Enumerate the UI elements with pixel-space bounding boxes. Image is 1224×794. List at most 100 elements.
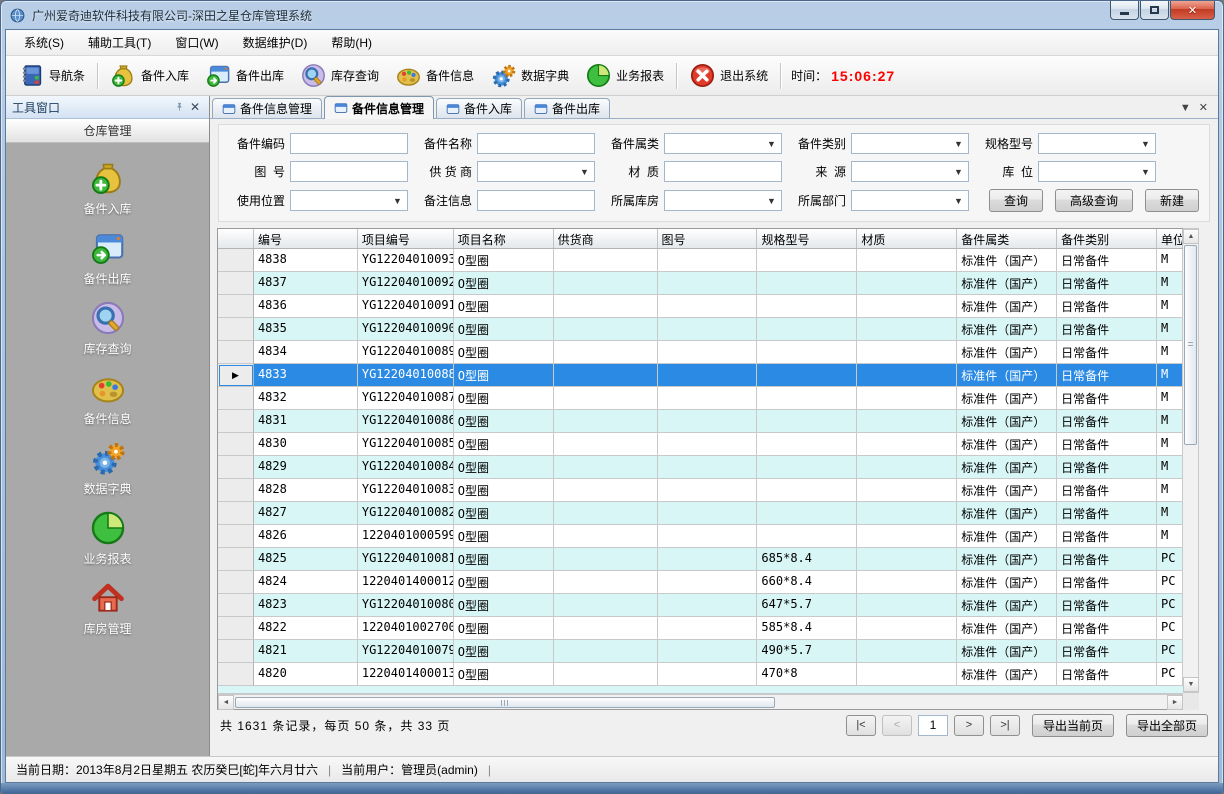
toolbar-button[interactable]: 备件出库 (197, 58, 292, 93)
export-current-button[interactable]: 导出当前页 (1032, 714, 1114, 737)
tab-close-icon[interactable]: ✕ (1199, 101, 1208, 114)
sidebar-item[interactable]: 数据字典 (48, 435, 168, 500)
table-row[interactable]: 4837YG12204010092O型圈标准件（国产）日常备件M (218, 272, 1183, 295)
table-row[interactable]: 4835YG12204010090O型圈标准件（国产）日常备件M (218, 318, 1183, 341)
filter-input[interactable] (664, 161, 782, 182)
table-cell: 4823 (254, 594, 358, 617)
table-row[interactable]: 4829YG12204010084O型圈标准件（国产）日常备件M (218, 456, 1183, 479)
export-all-button[interactable]: 导出全部页 (1126, 714, 1208, 737)
filter-select[interactable]: ▼ (1038, 133, 1156, 154)
tab[interactable]: 备件信息管理 (324, 96, 434, 119)
column-header[interactable]: 项目名称 (454, 229, 554, 248)
prev-page-button[interactable]: < (882, 715, 912, 736)
sidebar-item[interactable]: 库存查询 (48, 295, 168, 360)
chevron-down-icon[interactable]: ▼ (1180, 102, 1191, 114)
table-row[interactable]: 4827YG12204010082O型圈标准件（国产）日常备件M (218, 502, 1183, 525)
filter-input[interactable] (290, 133, 408, 154)
vscroll-thumb[interactable] (1184, 245, 1197, 445)
column-header[interactable]: 材质 (857, 229, 957, 248)
table-row[interactable]: 4821YG12204010079O型圈490*5.7标准件（国产）日常备件PC (218, 640, 1183, 663)
table-cell (554, 272, 658, 295)
sidebar-item-label: 库房管理 (83, 620, 131, 637)
tab[interactable]: 备件信息管理 (212, 98, 322, 118)
sidebar-close-icon[interactable]: ✕ (187, 99, 203, 115)
next-page-button[interactable]: > (954, 715, 984, 736)
sidebar-item[interactable]: 备件入库 (48, 155, 168, 220)
last-page-button[interactable]: >| (990, 715, 1020, 736)
column-header[interactable]: 规格型号 (757, 229, 857, 248)
filter-select[interactable]: ▼ (1038, 161, 1156, 182)
table-row[interactable]: 4832YG12204010087O型圈标准件（国产）日常备件M (218, 387, 1183, 410)
column-header[interactable]: 编号 (254, 229, 358, 248)
table-cell (857, 364, 957, 387)
scroll-right-icon[interactable]: ► (1167, 695, 1183, 710)
column-header[interactable]: 单位 (1157, 229, 1183, 248)
table-row[interactable]: 48241220401400012O型圈660*8.4标准件（国产）日常备件PC (218, 571, 1183, 594)
table-row[interactable]: 4836YG12204010091O型圈标准件（国产）日常备件M (218, 295, 1183, 318)
toolbar-button[interactable]: 数据字典 (482, 58, 577, 93)
table-row[interactable]: 4825YG12204010081O型圈685*8.4标准件（国产）日常备件PC (218, 548, 1183, 571)
column-header[interactable]: 备件属类 (957, 229, 1057, 248)
tab[interactable]: 备件入库 (436, 98, 522, 118)
toolbar-button[interactable]: 业务报表 (577, 58, 672, 93)
sidebar-item[interactable]: 备件信息 (48, 365, 168, 430)
sidebar-group-caption[interactable]: 仓库管理 (6, 119, 209, 143)
table-row[interactable]: 4838YG12204010093O型圈标准件（国产）日常备件M (218, 249, 1183, 272)
column-header[interactable]: 项目编号 (358, 229, 454, 248)
scroll-down-icon[interactable]: ▼ (1183, 677, 1199, 692)
first-page-button[interactable]: |< (846, 715, 876, 736)
filter-input[interactable] (290, 161, 408, 182)
menu-item[interactable]: 帮助(H) (319, 30, 384, 55)
filter-select[interactable]: ▼ (851, 133, 969, 154)
column-header[interactable]: 备件类别 (1057, 229, 1157, 248)
filter-select[interactable]: ▼ (664, 133, 782, 154)
table-row[interactable]: 48201220401400013O型圈470*8标准件（国产）日常备件PC (218, 663, 1183, 686)
table-cell: 日常备件 (1057, 272, 1157, 295)
close-button[interactable]: ✕ (1170, 1, 1215, 20)
sidebar-item[interactable]: 备件出库 (48, 225, 168, 290)
toolbar-button[interactable]: 库存查询 (292, 58, 387, 93)
column-header[interactable]: 图号 (658, 229, 758, 248)
filter-select[interactable]: ▼ (477, 161, 595, 182)
menu-item[interactable]: 窗口(W) (163, 30, 230, 55)
query-button[interactable]: 查询 (989, 189, 1043, 212)
toolbar-button[interactable]: 退出系统 (681, 58, 776, 93)
vertical-scrollbar[interactable]: ▲ ▼ (1183, 228, 1199, 693)
menu-item[interactable]: 数据维护(D) (231, 30, 320, 55)
menu-item[interactable]: 辅助工具(T) (76, 30, 163, 55)
toolbar-button[interactable]: 备件入库 (102, 58, 197, 93)
filter-input[interactable] (477, 190, 595, 211)
create-button[interactable]: 新建 (1145, 189, 1199, 212)
menu-item[interactable]: 系统(S) (12, 30, 76, 55)
tab[interactable]: 备件出库 (524, 98, 610, 118)
advanced-query-button[interactable]: 高级查询 (1055, 189, 1133, 212)
table-row[interactable]: 48261220401000599O型圈标准件（国产）日常备件M (218, 525, 1183, 548)
table-row[interactable]: ▶4833YG12204010088O型圈标准件（国产）日常备件M (218, 364, 1183, 387)
filter-select[interactable]: ▼ (290, 190, 408, 211)
filter-select[interactable]: ▼ (851, 190, 969, 211)
filter-select[interactable]: ▼ (664, 190, 782, 211)
toolbar-button[interactable]: 导航条 (10, 58, 93, 93)
table-row[interactable]: 4834YG12204010089O型圈标准件（国产）日常备件M (218, 341, 1183, 364)
table-row[interactable]: 4831YG12204010086O型圈标准件（国产）日常备件M (218, 410, 1183, 433)
page-input[interactable] (918, 715, 948, 736)
pin-icon[interactable] (171, 99, 187, 115)
title-bar[interactable]: 广州爱奇迪软件科技有限公司-深田之星仓库管理系统 ✕ (1, 1, 1223, 29)
hscroll-thumb[interactable] (235, 697, 775, 708)
scroll-left-icon[interactable]: ◄ (218, 695, 234, 710)
filter-select[interactable]: ▼ (851, 161, 969, 182)
minimize-button[interactable] (1110, 1, 1139, 20)
scroll-up-icon[interactable]: ▲ (1183, 229, 1199, 244)
sidebar-item[interactable]: 业务报表 (48, 505, 168, 570)
filter-input[interactable] (477, 133, 595, 154)
maximize-button[interactable] (1140, 1, 1169, 20)
toolbar-button[interactable]: 备件信息 (387, 58, 482, 93)
table-cell: 标准件（国产） (957, 525, 1057, 548)
table-row[interactable]: 4828YG12204010083O型圈标准件（国产）日常备件M (218, 479, 1183, 502)
table-row[interactable]: 4823YG12204010080O型圈647*5.7标准件（国产）日常备件PC (218, 594, 1183, 617)
table-row[interactable]: 48221220401002700O型圈585*8.4标准件（国产）日常备件PC (218, 617, 1183, 640)
sidebar-item[interactable]: 库房管理 (48, 575, 168, 640)
table-row[interactable]: 4830YG12204010085O型圈标准件（国产）日常备件M (218, 433, 1183, 456)
column-header[interactable]: 供货商 (554, 229, 658, 248)
horizontal-scrollbar[interactable]: ◄ ► (218, 694, 1183, 709)
